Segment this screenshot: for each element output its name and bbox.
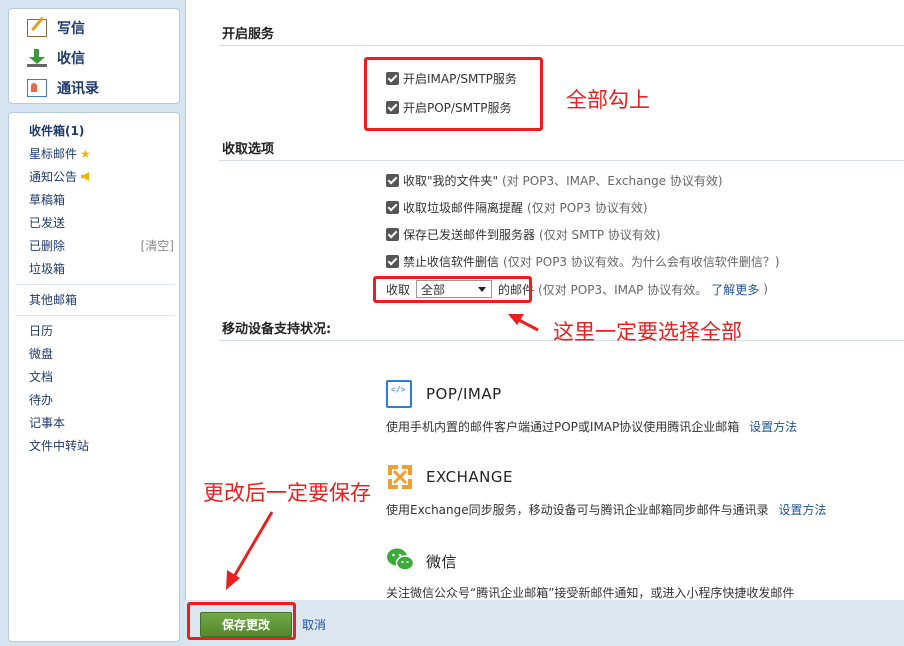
compose-icon	[27, 19, 47, 37]
pop-imap-title: POP/IMAP	[426, 385, 502, 403]
clear-trash-link[interactable]: [清空]	[141, 237, 174, 255]
folder-sent[interactable]: 已发送	[29, 214, 174, 232]
app-calendar-label: 日历	[29, 324, 54, 338]
annotation-must-save: 更改后一定要保存	[203, 481, 371, 505]
folder-drafts[interactable]: 草稿箱	[29, 191, 174, 209]
opt-save-sent-label: 保存已发送邮件到服务器	[403, 227, 536, 242]
opt-no-delete[interactable]: 禁止收信软件删信 (仅对 POP3 协议有效。为什么会有收信软件删信？)	[386, 252, 780, 270]
wechat-title: 微信	[426, 553, 458, 571]
checkbox-checked-icon[interactable]	[386, 173, 399, 187]
enable-service-title: 开启服务	[222, 27, 275, 42]
app-transfer-label: 文件中转站	[29, 439, 90, 453]
section-divider	[219, 160, 904, 161]
compose-panel: 写信 收信 通讯录	[8, 8, 180, 104]
opt-my-folders-label: 收取"我的文件夹"	[403, 173, 499, 188]
folder-sent-label: 已发送	[29, 216, 66, 230]
app-todo[interactable]: 待办	[29, 391, 174, 409]
receive-label: 收信	[57, 51, 85, 67]
folder-inbox[interactable]: 收件箱(1)	[29, 122, 174, 140]
exchange-title: EXCHANGE	[426, 468, 513, 486]
folder-panel: 收件箱(1) 星标邮件 ★ 通知公告 草稿箱 已发送 已删除 [清空] 垃圾箱 其他…	[8, 112, 180, 642]
contacts-icon	[27, 79, 47, 97]
compose-label: 写信	[57, 21, 85, 37]
exchange-desc-row: 使用Exchange同步服务，移动设备可与腾讯企业邮箱同步邮件与通讯录 设置方法	[386, 501, 826, 518]
annotation-check-all: 全部勾上	[566, 88, 650, 112]
opt-no-delete-label: 禁止收信软件删信	[403, 254, 500, 269]
exchange-desc: 使用Exchange同步服务，移动设备可与腾讯企业邮箱同步邮件与通讯录	[386, 503, 769, 517]
exchange-icon	[388, 465, 412, 489]
pop-imap-setup-link[interactable]: 设置方法	[749, 420, 797, 434]
section-divider	[219, 45, 904, 46]
pop-imap-desc-row: 使用手机内置的邮件客户端通过POP或IMAP协议使用腾讯企业邮箱 设置方法	[386, 418, 797, 435]
divider	[15, 315, 175, 316]
divider	[15, 284, 175, 285]
app-notes-label: 记事本	[29, 416, 66, 430]
pop-imap-icon: </>	[386, 380, 412, 408]
mobile-support-title: 移动设备支持状况:	[222, 322, 332, 337]
exchange-setup-link[interactable]: 设置方法	[778, 503, 826, 517]
app-todo-label: 待办	[29, 393, 54, 407]
app-notes[interactable]: 记事本	[29, 414, 174, 432]
annotation-box-save	[187, 602, 296, 640]
wechat-icon	[387, 548, 414, 571]
folder-starred-label: 星标邮件	[29, 147, 78, 161]
annotation-select-all: 这里一定要选择全部	[553, 320, 742, 344]
opt-no-delete-note: (仅对 POP3 协议有效。为什么会有收信软件删信？)	[503, 254, 780, 269]
folder-inbox-label: 收件箱(1)	[29, 124, 85, 138]
folder-drafts-label: 草稿箱	[29, 193, 66, 207]
app-docs[interactable]: 文档	[29, 368, 174, 386]
speaker-icon	[81, 172, 90, 181]
folder-deleted[interactable]: 已删除 [清空]	[29, 237, 174, 255]
cancel-link[interactable]: 取消	[302, 616, 326, 633]
opt-spam-alert[interactable]: 收取垃圾邮件隔离提醒 (仅对 POP3 协议有效)	[386, 198, 648, 216]
app-weidisk-label: 微盘	[29, 347, 54, 361]
app-calendar[interactable]: 日历	[29, 322, 174, 340]
folder-deleted-label: 已删除	[29, 239, 66, 253]
contacts-button[interactable]: 通讯录	[27, 77, 99, 99]
opt-my-folders-note: (对 POP3、IMAP、Exchange 协议有效)	[502, 173, 723, 188]
opt-spam-alert-note: (仅对 POP3 协议有效)	[527, 200, 648, 215]
folder-notices[interactable]: 通知公告	[29, 168, 174, 186]
inbox-download-icon	[27, 49, 47, 67]
annotation-box-select	[373, 276, 532, 303]
app-weidisk[interactable]: 微盘	[29, 345, 174, 363]
folder-starred[interactable]: 星标邮件 ★	[29, 145, 174, 163]
folder-notices-label: 通知公告	[29, 170, 78, 184]
checkbox-checked-icon[interactable]	[386, 254, 399, 268]
folder-other[interactable]: 其他邮箱	[29, 291, 174, 309]
annotation-box-services	[364, 57, 543, 131]
compose-button[interactable]: 写信	[27, 17, 85, 39]
pop-imap-desc: 使用手机内置的邮件客户端通过POP或IMAP协议使用腾讯企业邮箱	[386, 420, 740, 434]
opt-my-folders[interactable]: 收取"我的文件夹" (对 POP3、IMAP、Exchange 协议有效)	[386, 171, 723, 189]
checkbox-checked-icon[interactable]	[386, 200, 399, 214]
folder-spam-label: 垃圾箱	[29, 262, 66, 276]
learn-more-link[interactable]: 了解更多	[711, 281, 759, 298]
opt-save-sent[interactable]: 保存已发送邮件到服务器 (仅对 SMTP 协议有效)	[386, 225, 661, 243]
receive-options-title: 收取选项	[222, 142, 275, 157]
app-docs-label: 文档	[29, 370, 54, 384]
opt-save-sent-note: (仅对 SMTP 协议有效)	[539, 227, 661, 242]
receive-button[interactable]: 收信	[27, 47, 85, 69]
settings-panel: 开启服务 开启IMAP/SMTP服务 开启POP/SMTP服务 收取选项 收取"…	[185, 0, 904, 600]
receive-note: (仅对 POP3、IMAP 协议有效。	[538, 282, 708, 297]
checkbox-checked-icon[interactable]	[386, 227, 399, 241]
app-transfer[interactable]: 文件中转站	[29, 437, 174, 455]
opt-spam-alert-label: 收取垃圾邮件隔离提醒	[403, 200, 524, 215]
folder-other-label: 其他邮箱	[29, 293, 78, 307]
folder-spam[interactable]: 垃圾箱	[29, 260, 174, 278]
star-icon: ★	[80, 147, 91, 161]
contacts-label: 通讯录	[57, 81, 99, 97]
wechat-desc: 关注微信公众号“腾讯企业邮箱”接受新邮件通知，或进入小程序快捷收发邮件	[386, 586, 795, 600]
receive-note-end: )	[763, 282, 768, 296]
